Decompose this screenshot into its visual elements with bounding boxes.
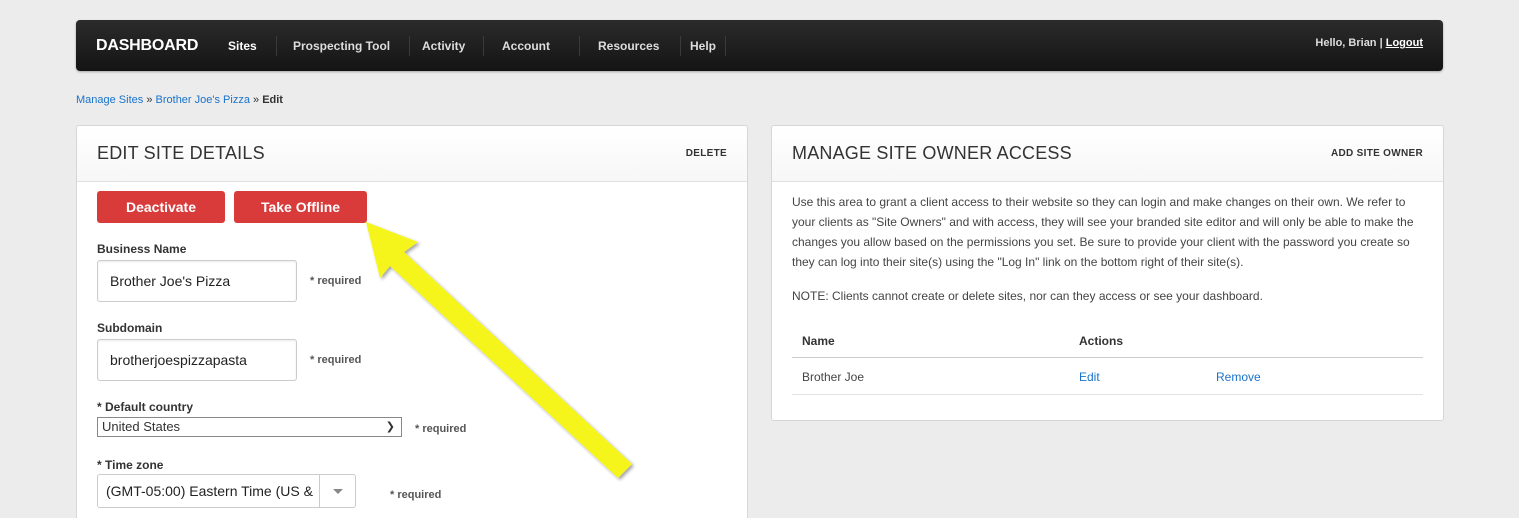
column-actions: Actions (1079, 334, 1124, 348)
default-country-select[interactable]: United States ❯ (97, 417, 402, 437)
column-name: Name (802, 334, 835, 348)
annotation-arrow-icon (366, 222, 632, 478)
dropdown-arrow-icon[interactable] (319, 475, 355, 507)
time-zone-required: * required (390, 489, 442, 501)
breadcrumb-current: Edit (262, 94, 283, 106)
owner-name: Brother Joe (802, 370, 865, 384)
delete-site-link[interactable]: DELETE (686, 148, 727, 159)
business-name-required: * required (310, 275, 362, 287)
time-zone-value: (GMT-05:00) Eastern Time (US & (106, 483, 313, 499)
edit-site-title: EDIT SITE DETAILS (97, 143, 265, 163)
user-menu-separator: | (1379, 37, 1383, 49)
time-zone-select[interactable]: (GMT-05:00) Eastern Time (US & (97, 474, 356, 508)
nav-activity[interactable]: Activity (410, 35, 484, 56)
user-greeting: Hello, Brian (1315, 37, 1377, 49)
breadcrumb: Manage Sites » Brother Joe's Pizza » Edi… (76, 94, 283, 106)
nav-account[interactable]: Account (484, 35, 580, 56)
site-owner-note: NOTE: Clients cannot create or delete si… (792, 289, 1263, 303)
business-name-label: Business Name (97, 242, 187, 256)
table-row: Brother Joe Edit Remove (792, 358, 1423, 395)
time-zone-label: * Time zone (97, 458, 164, 472)
site-owner-title: MANAGE SITE OWNER ACCESS (792, 143, 1072, 163)
breadcrumb-separator: » (253, 94, 260, 106)
nav-resources[interactable]: Resources (580, 35, 681, 56)
dashboard-brand[interactable]: DASHBOARD (76, 37, 212, 55)
default-country-value: United States (102, 419, 181, 434)
top-navbar: DASHBOARD Sites Prospecting Tool Activit… (76, 20, 1443, 71)
site-owner-panel-header: MANAGE SITE OWNER ACCESS ADD SITE OWNER (772, 126, 1443, 182)
business-name-input[interactable]: Brother Joe's Pizza (97, 260, 297, 302)
edit-owner-link[interactable]: Edit (1079, 370, 1100, 384)
take-offline-button[interactable]: Take Offline (234, 191, 367, 223)
owners-table-header: Name Actions (792, 322, 1423, 358)
deactivate-button[interactable]: Deactivate (97, 191, 225, 223)
remove-owner-link[interactable]: Remove (1216, 370, 1261, 384)
site-owner-panel: MANAGE SITE OWNER ACCESS ADD SITE OWNER … (771, 125, 1444, 421)
user-menu: Hello, Brian | Logout (1315, 37, 1423, 49)
edit-site-panel-header: EDIT SITE DETAILS DELETE (77, 126, 747, 182)
add-site-owner-link[interactable]: ADD SITE OWNER (1331, 148, 1423, 159)
nav-sites[interactable]: Sites (212, 36, 276, 56)
breadcrumb-separator: » (146, 94, 153, 106)
breadcrumb-site[interactable]: Brother Joe's Pizza (156, 94, 250, 106)
subdomain-required: * required (310, 354, 362, 366)
subdomain-input[interactable]: brotherjoespizzapasta (97, 339, 297, 381)
site-owner-description: Use this area to grant a client access t… (792, 195, 1414, 269)
default-country-label: * Default country (97, 400, 194, 414)
logout-link[interactable]: Logout (1386, 37, 1423, 49)
subdomain-label: Subdomain (97, 321, 163, 335)
breadcrumb-manage-sites[interactable]: Manage Sites (76, 94, 143, 106)
nav-prospecting-tool[interactable]: Prospecting Tool (276, 35, 410, 56)
nav-help[interactable]: Help (681, 35, 726, 56)
